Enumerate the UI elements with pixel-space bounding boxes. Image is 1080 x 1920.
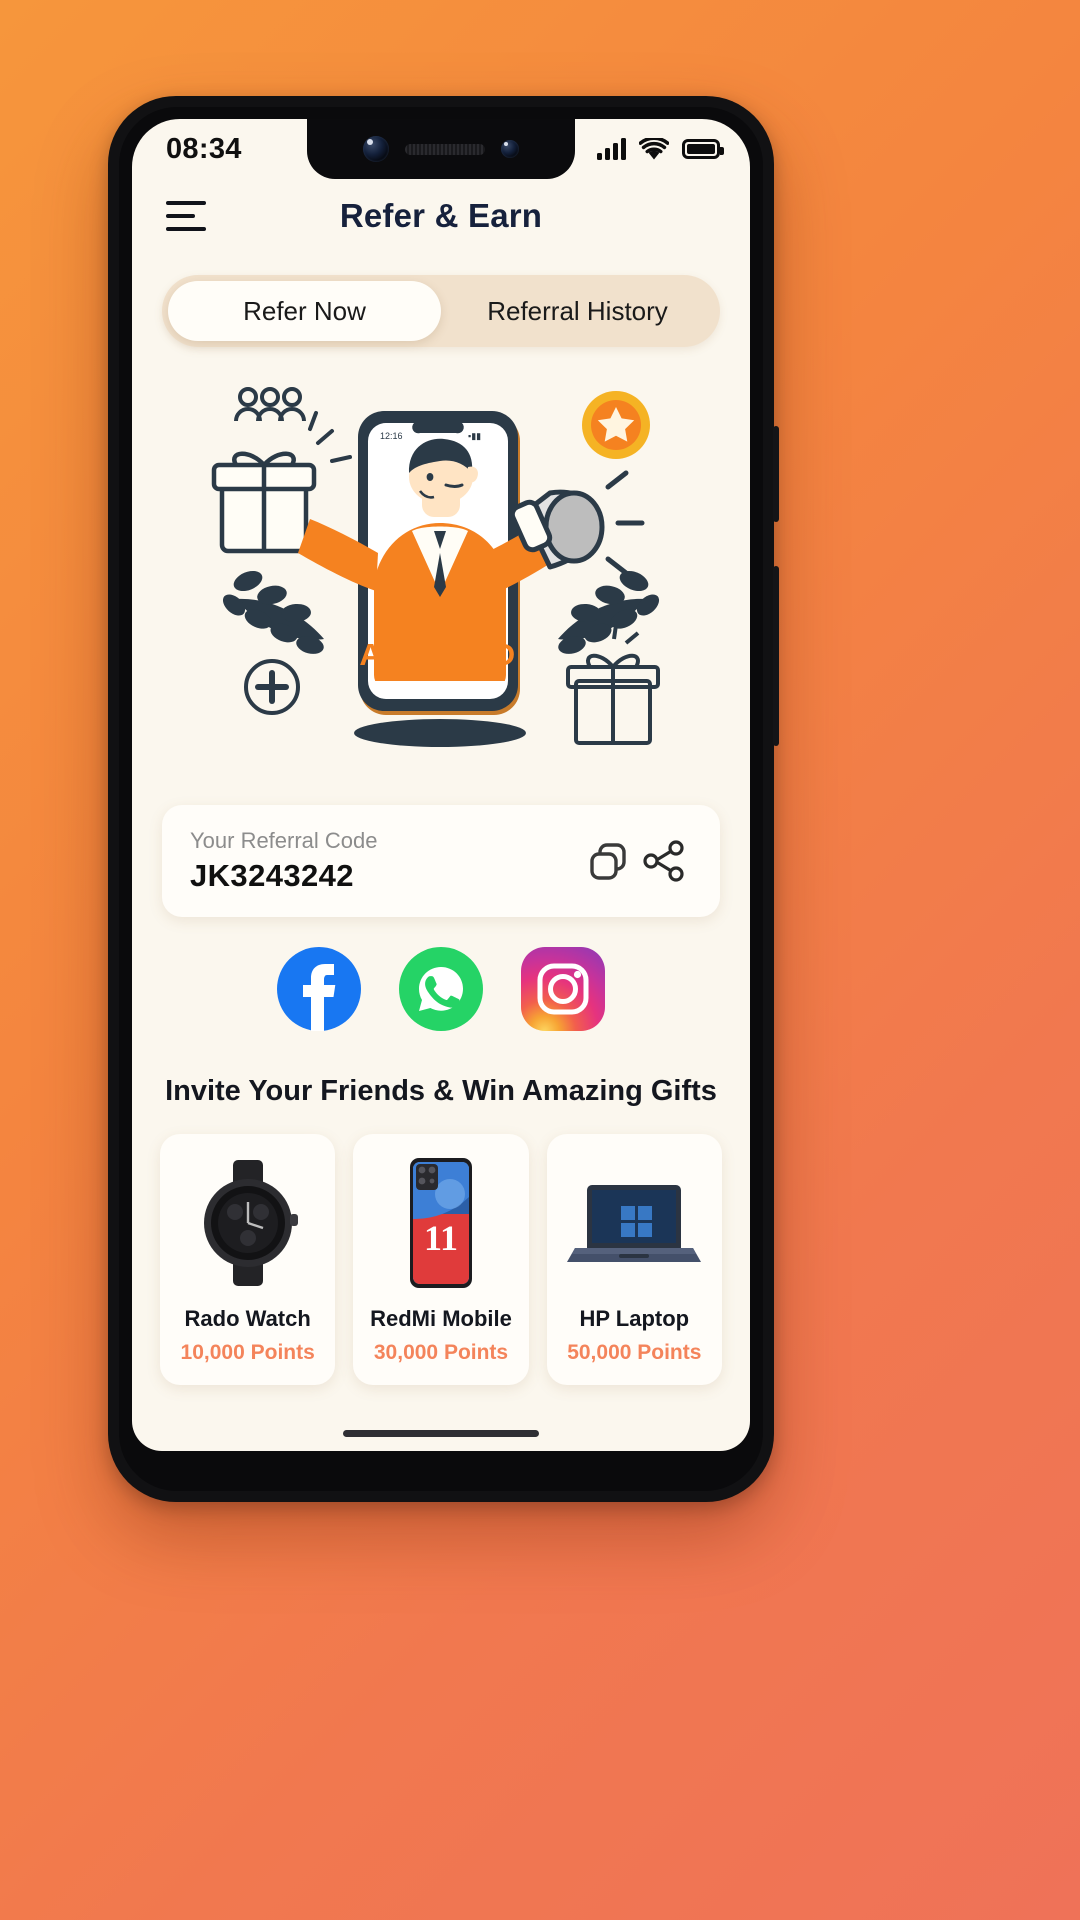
phone-side-button-volume[interactable] <box>773 426 779 522</box>
refer-a-friend-illustration: 12:16 ▪▮▮ REFER A FRIEND <box>132 371 750 791</box>
gift-box-left <box>211 451 317 554</box>
referral-code-texts: Your Referral Code JK3243242 <box>190 828 580 894</box>
reward-card[interactable]: Rado Watch 10,000 Points <box>160 1134 336 1385</box>
referral-code-label: Your Referral Code <box>190 828 378 853</box>
star-coin-icon <box>582 391 650 459</box>
signal-bars-icon <box>597 138 626 160</box>
reward-card[interactable]: HP Laptop 50,000 Points <box>546 1134 722 1385</box>
earpiece-speaker <box>405 143 485 155</box>
people-icon <box>234 387 306 422</box>
tab-bar: Refer Now Referral History <box>162 275 720 347</box>
tab-refer-now[interactable]: Refer Now <box>168 281 441 341</box>
reward-points: 30,000 Points <box>373 1341 509 1364</box>
app-bar: Refer & Earn <box>132 179 750 253</box>
status-bar-icons <box>597 137 724 161</box>
reward-name: HP Laptop <box>579 1306 690 1331</box>
phone-side-button-power[interactable] <box>773 566 779 746</box>
reward-name: Rado Watch <box>184 1306 311 1331</box>
sparkle-lines <box>308 411 352 463</box>
whatsapp-icon[interactable] <box>399 947 483 1031</box>
laptop-image <box>557 1154 712 1292</box>
rewards-section-title: Invite Your Friends & Win Amazing Gifts <box>165 1075 717 1107</box>
referral-code-value: JK3243242 <box>190 858 354 893</box>
rewards-list: Rado Watch 10,000 Points 11 RedMi Mobile… <box>160 1134 722 1385</box>
svg-text:12:16: 12:16 <box>380 431 403 441</box>
reward-points: 10,000 Points <box>180 1341 315 1364</box>
hamburger-menu-icon[interactable] <box>166 196 212 236</box>
home-indicator <box>343 1430 539 1437</box>
facebook-icon[interactable] <box>277 947 361 1031</box>
reward-name: RedMi Mobile <box>370 1306 512 1331</box>
phone-shadow <box>354 719 526 747</box>
watch-image <box>170 1154 325 1292</box>
secondary-camera-icon <box>501 140 519 158</box>
reward-card[interactable]: 11 RedMi Mobile 30,000 Points <box>353 1134 529 1385</box>
laurel-leaves-left <box>222 570 324 654</box>
reward-points: 50,000 Points <box>567 1341 702 1364</box>
phone-frame: 08:34 Refer & Earn Refer Now Referral Hi… <box>108 96 779 1502</box>
social-share-row <box>132 947 750 1031</box>
front-camera-icon <box>363 136 389 162</box>
phone-screen: 08:34 Refer & Earn Refer Now Referral Hi… <box>132 119 750 1451</box>
phone-inner-bezel: 08:34 Refer & Earn Refer Now Referral Hi… <box>119 107 763 1491</box>
plus-icon <box>244 659 300 715</box>
copy-icon[interactable] <box>580 833 636 889</box>
battery-full-icon <box>682 139 724 159</box>
page-title: Refer & Earn <box>339 197 543 234</box>
referral-code-card: Your Referral Code JK3243242 <box>162 805 720 917</box>
laurel-leaves-right <box>558 570 660 654</box>
wifi-icon <box>639 137 669 159</box>
instagram-icon[interactable] <box>521 947 605 1031</box>
phone-notch <box>307 119 575 179</box>
svg-text:11: 11 <box>424 1218 458 1258</box>
tab-referral-history[interactable]: Referral History <box>441 281 714 341</box>
share-icon[interactable] <box>636 833 692 889</box>
svg-text:▪▮▮: ▪▮▮ <box>468 431 481 441</box>
smartphone-image: 11 <box>363 1154 518 1292</box>
status-bar-time: 08:34 <box>166 132 242 165</box>
